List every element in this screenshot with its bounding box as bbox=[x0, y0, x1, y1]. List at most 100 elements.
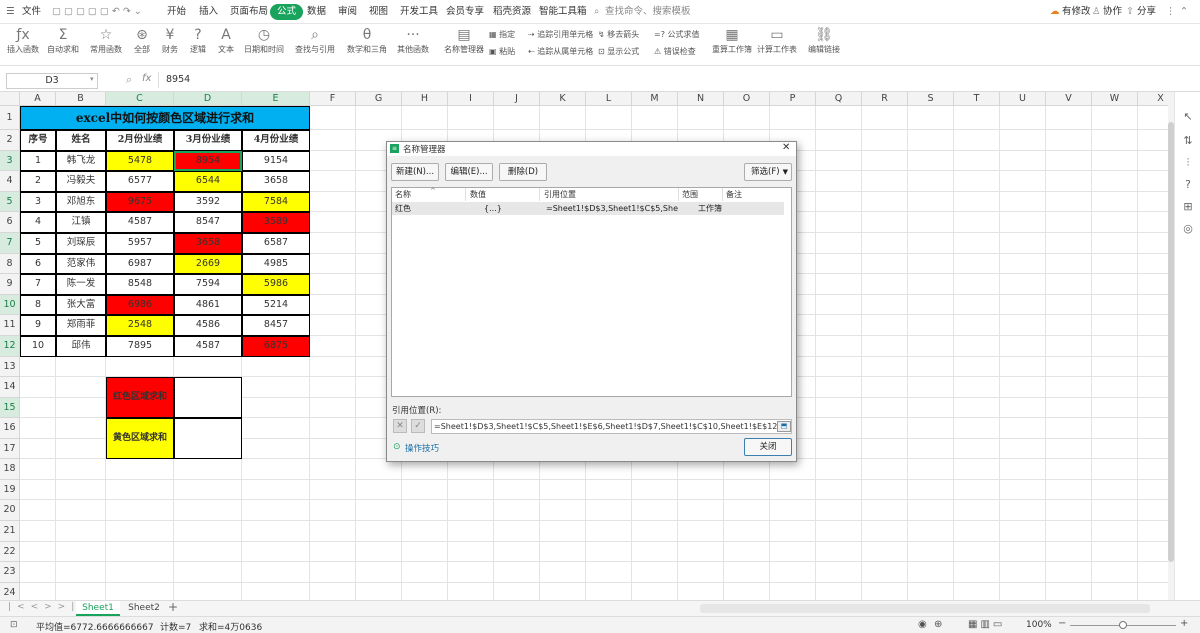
cell[interactable] bbox=[954, 274, 1000, 295]
cell[interactable] bbox=[1046, 582, 1092, 600]
cell[interactable] bbox=[632, 106, 678, 130]
cell[interactable] bbox=[678, 479, 724, 501]
column-header-b[interactable]: B bbox=[56, 92, 106, 106]
cell[interactable] bbox=[862, 438, 908, 460]
zoom-out-icon[interactable]: − bbox=[1058, 618, 1066, 629]
names-list[interactable]: 名称 ^ 数值 引用位置 范围 备注 红色 {...} =Sheet1!$D$3… bbox=[391, 187, 792, 397]
cell[interactable] bbox=[816, 294, 862, 316]
cell[interactable] bbox=[678, 562, 724, 583]
data-cell[interactable]: 6875 bbox=[242, 336, 310, 357]
zoom-in-icon[interactable]: + bbox=[1180, 618, 1188, 629]
row-header-7[interactable]: 7 bbox=[0, 233, 20, 254]
cell[interactable] bbox=[20, 521, 56, 542]
cell[interactable] bbox=[862, 212, 908, 233]
column-header-u[interactable]: U bbox=[1000, 92, 1046, 106]
cell[interactable] bbox=[540, 521, 586, 542]
cell[interactable] bbox=[862, 233, 908, 254]
cell[interactable] bbox=[586, 500, 632, 521]
cell[interactable] bbox=[586, 562, 632, 583]
cell[interactable] bbox=[242, 479, 310, 501]
cell[interactable] bbox=[56, 377, 106, 398]
cell[interactable] bbox=[1092, 315, 1138, 336]
layout-view-icons[interactable]: ▦▥▭ bbox=[968, 619, 1005, 630]
cell[interactable] bbox=[242, 356, 310, 378]
cell[interactable] bbox=[242, 377, 310, 398]
data-cell[interactable]: 6587 bbox=[242, 233, 310, 254]
cell[interactable] bbox=[1000, 212, 1046, 233]
cell[interactable] bbox=[56, 582, 106, 600]
cell[interactable] bbox=[1138, 233, 1168, 254]
cell[interactable] bbox=[816, 315, 862, 336]
cell[interactable] bbox=[106, 500, 174, 521]
cell[interactable] bbox=[862, 377, 908, 398]
column-header-e[interactable]: E bbox=[242, 92, 310, 106]
cell[interactable] bbox=[1092, 562, 1138, 583]
cell[interactable] bbox=[724, 541, 770, 563]
cell[interactable] bbox=[1000, 106, 1046, 130]
cell[interactable] bbox=[1138, 398, 1168, 419]
cell[interactable] bbox=[862, 336, 908, 357]
column-header-v[interactable]: V bbox=[1046, 92, 1092, 106]
cell[interactable] bbox=[540, 106, 586, 130]
tab-insert[interactable]: 插入 bbox=[199, 5, 218, 19]
cell[interactable] bbox=[1092, 171, 1138, 192]
cell[interactable] bbox=[310, 274, 356, 295]
tips-link[interactable]: 操作技巧 bbox=[405, 442, 439, 454]
column-header-c[interactable]: C bbox=[106, 92, 174, 106]
cell[interactable] bbox=[1092, 274, 1138, 295]
cell[interactable] bbox=[1138, 106, 1168, 130]
cell[interactable] bbox=[908, 171, 954, 192]
calc-sheet-button[interactable]: ▭ 计算工作表 bbox=[756, 26, 798, 64]
cell[interactable] bbox=[1000, 150, 1046, 172]
cell[interactable] bbox=[56, 438, 106, 460]
data-cell[interactable]: 5 bbox=[20, 233, 56, 254]
yellow-sum-value[interactable] bbox=[174, 418, 242, 460]
data-cell[interactable]: 7895 bbox=[106, 336, 174, 357]
data-cell[interactable]: 邓旭东 bbox=[56, 191, 106, 213]
cell[interactable] bbox=[1046, 397, 1092, 419]
cell[interactable] bbox=[1138, 315, 1168, 336]
tab-review[interactable]: 审阅 bbox=[338, 5, 357, 19]
cell[interactable] bbox=[494, 582, 540, 600]
cell[interactable] bbox=[310, 541, 356, 563]
cell[interactable] bbox=[908, 191, 954, 213]
cell[interactable] bbox=[1046, 212, 1092, 233]
cell[interactable] bbox=[954, 253, 1000, 275]
cell[interactable] bbox=[816, 212, 862, 233]
cell[interactable] bbox=[1138, 130, 1168, 151]
cell[interactable] bbox=[1092, 212, 1138, 233]
cell[interactable] bbox=[1046, 106, 1092, 130]
data-cell[interactable]: 9675 bbox=[106, 191, 174, 213]
cell[interactable] bbox=[908, 397, 954, 419]
cell[interactable] bbox=[1000, 294, 1046, 316]
data-cell[interactable]: 4586 bbox=[174, 315, 242, 336]
new-name-button[interactable]: 新建(N)... bbox=[391, 163, 439, 181]
cell[interactable] bbox=[954, 479, 1000, 501]
cell[interactable] bbox=[1046, 500, 1092, 521]
cell[interactable] bbox=[1138, 542, 1168, 563]
row-header-3[interactable]: 3 bbox=[0, 150, 20, 172]
data-cell[interactable]: 4861 bbox=[174, 294, 242, 316]
cell[interactable] bbox=[106, 479, 174, 501]
cell[interactable] bbox=[908, 150, 954, 172]
cell[interactable] bbox=[1138, 192, 1168, 213]
tab-view[interactable]: 视图 bbox=[369, 5, 388, 19]
cell[interactable] bbox=[816, 500, 862, 521]
cell[interactable] bbox=[1046, 459, 1092, 480]
cell[interactable] bbox=[1046, 315, 1092, 336]
cell[interactable] bbox=[862, 582, 908, 600]
cell[interactable] bbox=[862, 459, 908, 480]
cell[interactable] bbox=[402, 500, 448, 521]
tab-member[interactable]: 会员专享 bbox=[446, 5, 484, 19]
data-cell[interactable]: 韩飞龙 bbox=[56, 150, 106, 172]
paste-name-button[interactable]: ▣ 粘贴 bbox=[489, 46, 515, 57]
cell[interactable] bbox=[586, 582, 632, 600]
cell[interactable] bbox=[448, 562, 494, 583]
column-header-x[interactable]: X bbox=[1138, 92, 1168, 106]
data-cell[interactable]: 6 bbox=[20, 253, 56, 275]
cell[interactable] bbox=[816, 541, 862, 563]
cell[interactable] bbox=[106, 356, 174, 378]
cell[interactable] bbox=[816, 150, 862, 172]
cell[interactable] bbox=[310, 253, 356, 275]
row-header-4[interactable]: 4 bbox=[0, 171, 20, 192]
